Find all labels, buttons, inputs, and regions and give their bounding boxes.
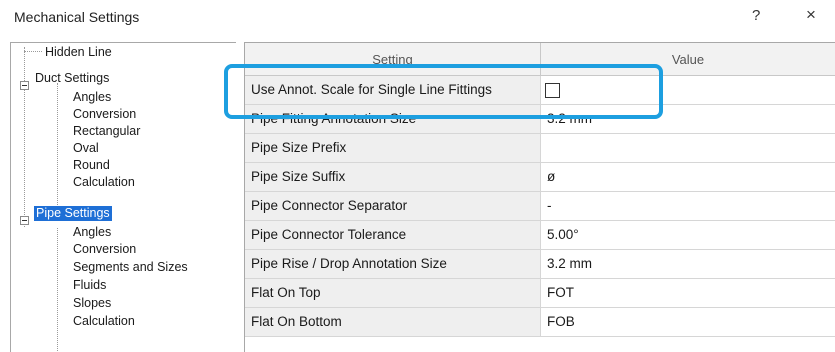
tree-item-pipe-slopes[interactable]: Slopes xyxy=(73,296,111,311)
tree-item-duct-round[interactable]: Round xyxy=(73,158,110,173)
value-cell[interactable]: 3.2 mm xyxy=(541,105,835,134)
value-cell[interactable]: FOB xyxy=(541,308,835,337)
setting-cell: Pipe Size Prefix xyxy=(245,134,541,163)
table-row[interactable]: Pipe Size Suffix ø xyxy=(245,163,835,192)
setting-cell: Pipe Connector Separator xyxy=(245,192,541,221)
table-row[interactable]: Flat On Top FOT xyxy=(245,279,835,308)
value-cell xyxy=(541,76,835,105)
table-row[interactable]: Pipe Rise / Drop Annotation Size 3.2 mm xyxy=(245,250,835,279)
setting-cell: Pipe Rise / Drop Annotation Size xyxy=(245,250,541,279)
table-row[interactable]: Pipe Size Prefix xyxy=(245,134,835,163)
value-cell[interactable]: ø xyxy=(541,163,835,192)
column-header-value[interactable]: Value xyxy=(541,43,835,76)
value-cell[interactable]: - xyxy=(541,192,835,221)
tree-line xyxy=(24,47,25,227)
close-icon[interactable]: × xyxy=(806,5,816,25)
tree-item-duct-oval[interactable]: Oval xyxy=(73,141,99,156)
tree-item-pipe-angles[interactable]: Angles xyxy=(73,225,111,240)
collapse-icon[interactable] xyxy=(20,81,29,90)
setting-cell: Flat On Bottom xyxy=(245,308,541,337)
table-row[interactable]: Pipe Connector Tolerance 5.00° xyxy=(245,221,835,250)
tree-item-duct-angles[interactable]: Angles xyxy=(73,90,111,105)
setting-cell: Use Annot. Scale for Single Line Fitting… xyxy=(245,76,541,105)
tree-item-pipe-settings[interactable]: Pipe Settings xyxy=(34,206,112,221)
help-icon[interactable]: ? xyxy=(752,7,760,24)
table-row[interactable]: Flat On Bottom FOB xyxy=(245,308,835,337)
tree-item-duct-calculation[interactable]: Calculation xyxy=(73,175,135,190)
setting-cell: Pipe Connector Tolerance xyxy=(245,221,541,250)
collapse-icon[interactable] xyxy=(20,216,29,225)
tree-line xyxy=(57,83,58,209)
window-title: Mechanical Settings xyxy=(14,9,140,25)
tree-item-pipe-segments[interactable]: Segments and Sizes xyxy=(73,260,188,275)
tree-item-pipe-conversion[interactable]: Conversion xyxy=(73,242,136,257)
tree-line xyxy=(24,51,42,52)
tree-item-duct-settings[interactable]: Duct Settings xyxy=(35,71,109,86)
tree-item-pipe-fluids[interactable]: Fluids xyxy=(73,278,106,293)
value-cell[interactable]: 3.2 mm xyxy=(541,250,835,279)
table-row[interactable]: Pipe Fitting Annotation Size 3.2 mm xyxy=(245,105,835,134)
settings-tree[interactable]: Hidden Line Duct Settings Angles Convers… xyxy=(10,42,236,352)
table-row[interactable]: Pipe Connector Separator - xyxy=(245,192,835,221)
tree-item-hidden-line[interactable]: Hidden Line xyxy=(45,45,112,60)
settings-grid: Setting Value Use Annot. Scale for Singl… xyxy=(244,42,835,352)
tree-item-pipe-calculation[interactable]: Calculation xyxy=(73,314,135,329)
tree-item-duct-conversion[interactable]: Conversion xyxy=(73,107,136,122)
tree-item-duct-rectangular[interactable]: Rectangular xyxy=(73,124,140,139)
value-cell[interactable] xyxy=(541,134,835,163)
setting-cell: Pipe Size Suffix xyxy=(245,163,541,192)
checkbox[interactable] xyxy=(545,83,560,98)
table-row[interactable]: Use Annot. Scale for Single Line Fitting… xyxy=(245,76,835,105)
setting-cell: Pipe Fitting Annotation Size xyxy=(245,105,541,134)
title-bar: Mechanical Settings ? × xyxy=(0,0,835,36)
setting-cell: Flat On Top xyxy=(245,279,541,308)
value-cell[interactable]: 5.00° xyxy=(541,221,835,250)
tree-line xyxy=(57,228,58,351)
column-header-setting[interactable]: Setting xyxy=(245,43,541,76)
value-cell[interactable]: FOT xyxy=(541,279,835,308)
